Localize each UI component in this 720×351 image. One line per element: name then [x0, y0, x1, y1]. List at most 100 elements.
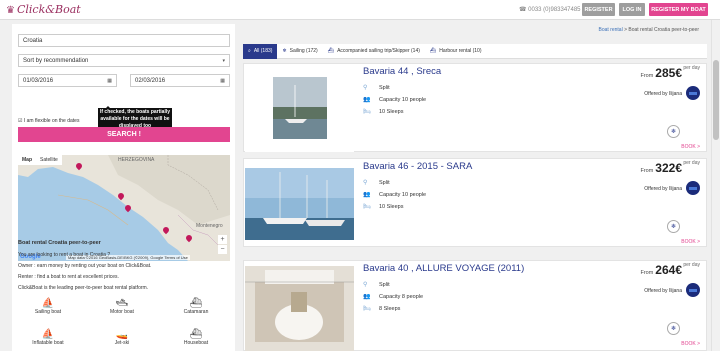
boat-photo-image	[245, 168, 354, 240]
location-icon: ⚲	[363, 180, 368, 186]
boat-photo[interactable]	[245, 262, 354, 351]
listing-owner: Offered by Ilijana	[644, 288, 682, 294]
inflatable-boat-icon: ⛵	[41, 329, 55, 340]
bed-icon: 🛏	[363, 204, 371, 210]
boat-type-motor[interactable]: 🛥 Motor boat	[92, 298, 152, 315]
bed-icon: 🛏	[363, 109, 371, 115]
tab-sailing[interactable]: ❄ Sailing (172)	[277, 44, 322, 59]
avatar[interactable]	[686, 181, 700, 195]
info-line: Owner : earn money by renting out your b…	[18, 263, 152, 269]
favorite-button[interactable]: ❄	[667, 322, 680, 335]
favorite-button[interactable]: ❄	[667, 125, 680, 138]
houseboat-icon: ⛴	[189, 329, 203, 340]
tab-skipper[interactable]: ⛴ Accompanied sailing trip/Skipper (14)	[323, 44, 425, 59]
tab-harbour[interactable]: ⛴ Harbour rental (10)	[425, 44, 487, 59]
breadcrumb-link[interactable]: Boat rental	[599, 27, 623, 33]
phone-number: ☎ 0033 (0)983347485	[519, 7, 581, 13]
satellite-tab[interactable]: Satellite	[36, 155, 62, 165]
listing-title[interactable]: Bavaria 40 , ALLURE VOYAGE (2011)	[363, 263, 524, 274]
harbour-icon: ⛴	[429, 48, 437, 54]
listing-location: Split	[379, 282, 390, 288]
scrollbar-thumb[interactable]	[713, 60, 719, 140]
boat-type-jetski[interactable]: 🚤 Jet-ski	[92, 329, 152, 346]
listing-price: From 264€	[640, 263, 682, 277]
destination-input[interactable]: Croatia	[18, 34, 230, 47]
listing-title[interactable]: Bavaria 46 - 2015 - SARA	[363, 161, 472, 172]
listing-owner: Offered by Ilijana	[644, 186, 682, 192]
zoom-in-button[interactable]: +	[218, 235, 227, 244]
sort-select[interactable]: Sort by recommendation ▾	[18, 54, 230, 67]
listing-price: From 285€	[640, 66, 682, 80]
boat-photo[interactable]	[245, 160, 354, 247]
boat-photo-image	[273, 77, 327, 139]
info-title: Boat rental Croatia peer-to-peer	[18, 240, 101, 246]
catamaran-icon: ⛴	[189, 298, 203, 309]
listing-capacity: Capacity 8 people	[379, 294, 424, 300]
listing-sleeps: 10 Sleeps	[379, 204, 404, 210]
sailboat-icon: ⛵	[41, 298, 55, 309]
info-line: You are looking to rent a boat in Croati…	[18, 252, 111, 258]
listing-capacity: Capacity 10 people	[379, 192, 427, 198]
search-icon: ⌕	[248, 48, 251, 54]
search-panel: Croatia Sort by recommendation ▾ 01/03/20…	[12, 24, 235, 351]
sailing-icon: ❄	[282, 48, 287, 54]
favorite-button[interactable]: ❄	[667, 220, 680, 233]
zoom-out-button[interactable]: −	[218, 245, 227, 254]
listing-card[interactable]: Bavaria 44 , Sreca From 285€ per day ⚲ Sp…	[243, 63, 707, 152]
price-unit: per day	[683, 160, 700, 166]
jetski-icon: 🚤	[115, 329, 129, 340]
people-icon: 👥	[363, 97, 371, 103]
boat-photo[interactable]	[245, 65, 354, 152]
map-label: Montenegro	[196, 223, 223, 229]
breadcrumb: Boat rental > Boat rental Croatia peer-t…	[598, 27, 699, 33]
price-unit: per day	[683, 65, 700, 71]
login-button[interactable]: LOG IN	[619, 3, 645, 16]
map-tab[interactable]: Map	[18, 155, 36, 165]
calendar-icon: ▦	[220, 77, 225, 84]
listing-sleeps: 10 Sleeps	[379, 109, 404, 115]
boat-type-sailing[interactable]: ⛵ Sailing boat	[18, 298, 78, 315]
boat-type-houseboat[interactable]: ⛴ Houseboat	[166, 329, 226, 346]
book-button[interactable]: BOOK >	[681, 341, 700, 347]
boat-type-inflatable[interactable]: ⛵ Inflatable boat	[18, 329, 78, 346]
info-line: Click&Boat is the leading peer-to-peer b…	[18, 285, 149, 291]
crown-icon: ♛	[6, 5, 15, 16]
date-from-input[interactable]: 01/03/2016 ▦	[18, 74, 117, 87]
motorboat-icon: 🛥	[115, 298, 129, 309]
location-icon: ⚲	[363, 282, 368, 288]
map-type-control: Map Satellite	[18, 155, 62, 165]
flexible-dates-row[interactable]: ☑ I am flexible on the dates	[18, 118, 79, 124]
people-icon: 👥	[363, 294, 371, 300]
listing-location: Split	[379, 85, 390, 91]
avatar[interactable]	[686, 86, 700, 100]
register-button[interactable]: REGISTER	[582, 3, 615, 16]
tab-all[interactable]: ⌕ All (183)	[243, 43, 278, 59]
book-button[interactable]: BOOK >	[681, 239, 700, 245]
date-to-input[interactable]: 02/03/2016 ▦	[130, 74, 230, 87]
listing-sleeps: 8 Sleeps	[379, 306, 401, 312]
listing-card[interactable]: Bavaria 40 , ALLURE VOYAGE (2011) From 26…	[243, 260, 707, 351]
avatar[interactable]	[686, 283, 700, 297]
book-button[interactable]: BOOK >	[681, 144, 700, 150]
listing-location: Split	[379, 180, 390, 186]
map-label: HERZEGOVINA	[118, 157, 155, 163]
category-tabs: ⌕ All (183) ❄ Sailing (172) ⛴ Accompanied s…	[243, 43, 707, 59]
boat-photo-image	[245, 266, 354, 351]
page-scrollbar[interactable]	[711, 20, 720, 351]
listing-owner: Offered by Ilijana	[644, 91, 682, 97]
listing-price: From 322€	[640, 161, 682, 175]
boat-type-catamaran[interactable]: ⛴ Catamaran	[166, 298, 226, 315]
register-boat-button[interactable]: REGISTER MY BOAT	[649, 3, 708, 16]
search-button[interactable]: SEARCH !	[18, 127, 230, 142]
listing-card[interactable]: Bavaria 46 - 2015 - SARA From 322€ per da…	[243, 158, 707, 247]
location-icon: ⚲	[363, 85, 368, 91]
top-bar: ♛ Click&Boat ☎ 0033 (0)983347485 REGISTER…	[0, 0, 720, 20]
price-unit: per day	[683, 262, 700, 268]
results-panel: Boat rental > Boat rental Croatia peer-t…	[243, 24, 707, 351]
flexible-checkbox[interactable]: ☑	[18, 118, 22, 124]
listing-capacity: Capacity 10 people	[379, 97, 427, 103]
site-logo[interactable]: ♛ Click&Boat	[6, 3, 81, 16]
skipper-icon: ⛴	[327, 48, 335, 54]
bed-icon: 🛏	[363, 306, 371, 312]
listing-title[interactable]: Bavaria 44 , Sreca	[363, 66, 441, 77]
